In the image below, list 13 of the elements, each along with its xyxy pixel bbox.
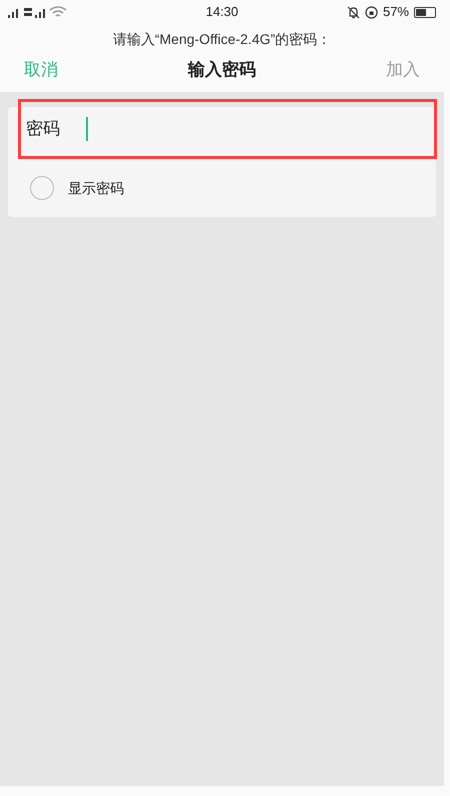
show-password-label: 显示密码 [68,178,124,198]
battery-icon [414,6,436,18]
rotation-lock-icon [364,6,378,18]
prompt-text: 请输入“Meng-Office-2.4G”的密码： [112,30,332,49]
wifi-icon [49,6,67,18]
show-password-radio[interactable] [30,176,54,200]
status-time: 14:30 [204,3,240,22]
cancel-button[interactable]: 取消 [24,57,58,83]
page-title: 输入密码 [188,59,256,82]
battery-percent: 57% [382,3,409,22]
cellular-signal-icon [8,8,45,18]
password-field[interactable]: 密码 [18,99,437,159]
muted-bell-icon [346,6,360,18]
